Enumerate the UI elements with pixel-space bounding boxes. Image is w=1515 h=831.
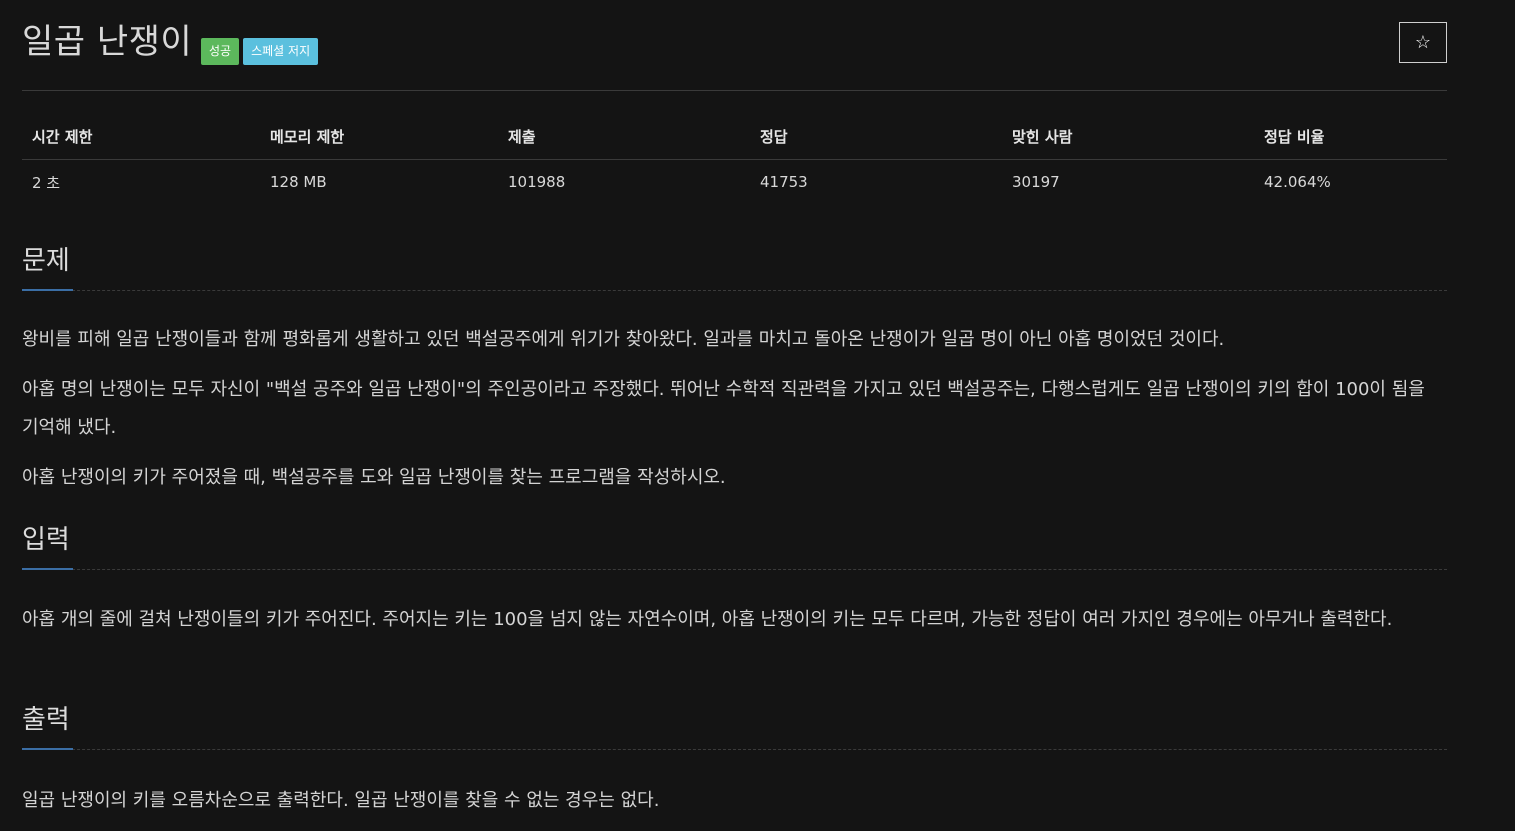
input-heading: 입력 [22,523,1447,570]
heading-underline [22,289,73,291]
problem-page: 일곱 난쟁이 성공 스페셜 저지 ☆ 시간 제한 메모리 제한 제출 정답 맞힌… [22,0,1447,811]
favorite-star-button[interactable]: ☆ [1399,22,1447,63]
output-section: 출력 일곱 난쟁이의 키를 오름차순으로 출력한다. 일곱 난쟁이를 찾을 수 … [22,703,1447,820]
output-paragraph: 일곱 난쟁이의 키를 오름차순으로 출력한다. 일곱 난쟁이를 찾을 수 없는 … [22,790,660,811]
output-body: 일곱 난쟁이의 키를 오름차순으로 출력한다. 일곱 난쟁이를 찾을 수 없는 … [22,750,1447,820]
special-judge-badge: 스페셜 저지 [243,38,319,65]
problem-info-table: 시간 제한 메모리 제한 제출 정답 맞힌 사람 정답 비율 2 초 128 M… [22,114,1447,204]
description-title: 문제 [22,246,70,276]
input-title: 입력 [22,525,70,555]
value-accepted[interactable]: 41753 [750,160,1002,205]
heading-underline [22,748,73,750]
success-badge: 성공 [201,38,240,65]
description-heading: 문제 [22,244,1447,291]
output-title: 출력 [22,705,70,735]
input-section: 입력 아홉 개의 줄에 걸쳐 난쟁이들의 키가 주어진다. 주어지는 키는 10… [22,523,1447,639]
value-memory-limit: 128 MB [270,173,327,191]
heading-underline [22,568,73,570]
description-paragraph: 왕비를 피해 일곱 난쟁이들과 함께 평화롭게 생활하고 있던 백설공주에게 위… [22,329,1225,350]
value-solvers[interactable]: 30197 [1002,160,1254,205]
problem-title: 일곱 난쟁이 [22,22,193,62]
info-header-row: 시간 제한 메모리 제한 제출 정답 맞힌 사람 정답 비율 [22,114,1447,160]
header-accept-ratio: 정답 비율 [1254,114,1447,160]
description-body: 왕비를 피해 일곱 난쟁이들과 함께 평화롭게 생활하고 있던 백설공주에게 위… [22,291,1447,497]
output-heading: 출력 [22,703,1447,750]
header-submissions: 제출 [498,114,750,160]
input-body: 아홉 개의 줄에 걸쳐 난쟁이들의 키가 주어진다. 주어지는 키는 100을 … [22,570,1447,639]
header-time-limit: 시간 제한 [22,114,260,160]
value-time-limit: 2 초 [32,173,61,192]
info-value-row: 2 초 128 MB 101988 41753 30197 42.064% [22,160,1447,205]
badge-group: 성공 스페셜 저지 [201,38,319,65]
description-paragraph: 아홉 난쟁이의 키가 주어졌을 때, 백설공주를 도와 일곱 난쟁이를 찾는 프… [22,467,726,488]
value-accept-ratio: 42.064% [1264,173,1331,191]
star-icon: ☆ [1414,32,1432,52]
header-memory-limit: 메모리 제한 [260,114,498,160]
input-paragraph: 아홉 개의 줄에 걸쳐 난쟁이들의 키가 주어진다. 주어지는 키는 100을 … [22,609,1393,630]
header-solvers: 맞힌 사람 [1002,114,1254,160]
problem-header: 일곱 난쟁이 성공 스페셜 저지 ☆ [22,0,1447,91]
value-submissions[interactable]: 101988 [498,160,750,205]
description-section: 문제 왕비를 피해 일곱 난쟁이들과 함께 평화롭게 생활하고 있던 백설공주에… [22,244,1447,497]
header-accepted: 정답 [750,114,1002,160]
description-paragraph: 아홉 명의 난쟁이는 모두 자신이 "백설 공주와 일곱 난쟁이"의 주인공이라… [22,379,1425,438]
